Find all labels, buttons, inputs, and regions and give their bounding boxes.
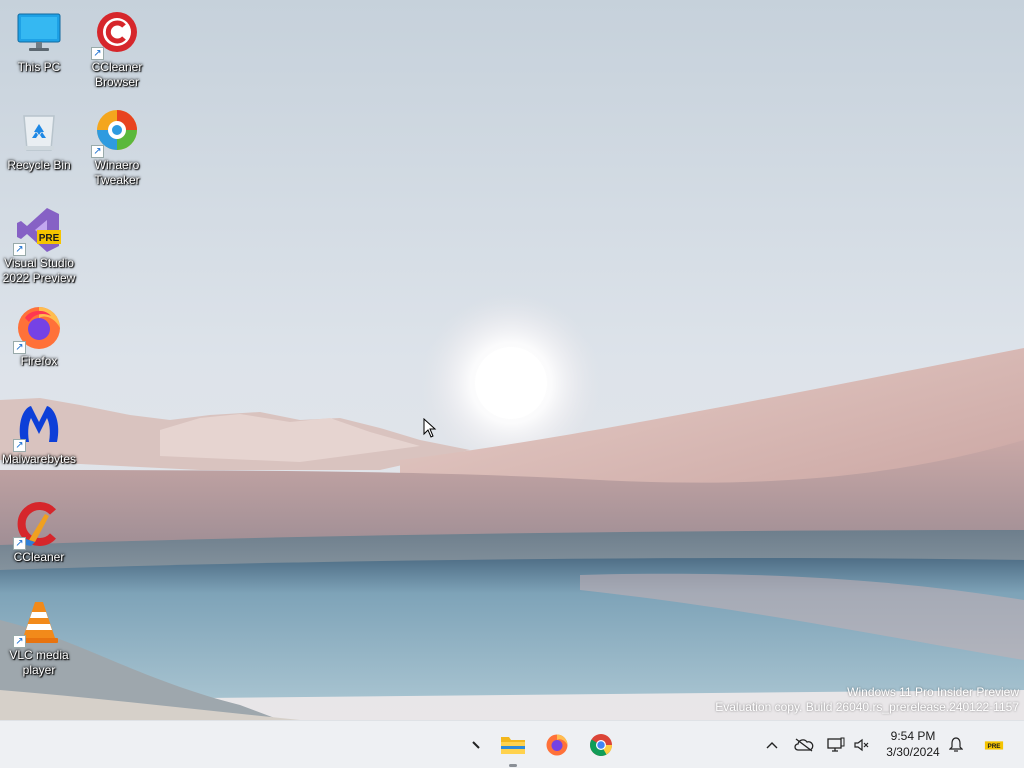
chrome-icon <box>590 734 612 756</box>
shortcut-arrow-icon: ↗ <box>91 145 104 158</box>
pre-badge-icon: PRE <box>984 741 1004 750</box>
clock-time: 9:54 PM <box>890 729 936 743</box>
desktop-icon-label: Visual Studio 2022 Preview <box>2 256 76 285</box>
desktop-icon-visual-studio-2022-preview[interactable]: PRE ↗ Visual Studio 2022 Preview <box>0 206 78 286</box>
watermark-build: Evaluation copy. Build 26040.rs_prerelea… <box>715 700 1019 714</box>
desktop-icon-label: Malwarebytes <box>1 452 77 466</box>
firefox-icon <box>546 734 568 756</box>
taskbar: 9:54 PM 3/30/2024 PRE <box>0 720 1024 768</box>
desktop-icon-ccleaner-browser[interactable]: ↗ CCleaner Browser <box>78 10 156 90</box>
visual-studio-icon: PRE ↗ <box>13 206 63 256</box>
shortcut-arrow-icon: ↗ <box>13 439 26 452</box>
tray-insider-pre-badge[interactable]: PRE <box>984 735 1004 755</box>
taskbar-overflow-handle[interactable] <box>460 729 492 761</box>
desktop-icon-recycle-bin[interactable]: Recycle Bin <box>0 108 78 173</box>
taskbar-app-firefox[interactable] <box>541 729 573 761</box>
watermark-edition: Windows 11 Pro Insider Preview <box>847 685 1019 699</box>
taskbar-clock[interactable]: 9:54 PM 3/30/2024 <box>878 728 948 760</box>
mouse-cursor-icon <box>423 418 437 438</box>
desktop-icon-label: Winaero Tweaker <box>94 158 140 187</box>
running-indicator <box>509 764 517 767</box>
malwarebytes-icon: ↗ <box>13 402 63 452</box>
network-display-icon <box>827 737 845 752</box>
desktop-icon-label: VLC media player <box>9 648 69 677</box>
shortcut-arrow-icon: ↗ <box>13 537 26 550</box>
ccleaner-browser-icon: ↗ <box>91 10 141 60</box>
bell-icon <box>949 737 963 752</box>
shortcut-arrow-icon: ↗ <box>13 635 26 648</box>
firefox-icon: ↗ <box>13 304 63 354</box>
speaker-muted-icon <box>854 738 869 752</box>
winaero-tweaker-icon: ↗ <box>91 108 141 158</box>
desktop-icon-vlc-media-player[interactable]: ↗ VLC media player <box>0 598 78 678</box>
tray-overflow-chevron[interactable] <box>762 735 782 755</box>
desktop-icon-winaero-tweaker[interactable]: ↗ Winaero Tweaker <box>78 108 156 188</box>
recycle-bin-icon <box>15 108 63 156</box>
desktop[interactable]: This PC ↗ CCleaner Browser Recycle Bin ↗… <box>0 0 1024 720</box>
desktop-icon-label: Recycle Bin <box>7 158 71 172</box>
cloud-offline-icon <box>794 738 814 752</box>
desktop-icon-label: CCleaner <box>13 550 65 564</box>
taskbar-app-chrome[interactable] <box>585 729 617 761</box>
desktop-icon-label: Firefox <box>20 354 58 368</box>
pen-mark-icon <box>472 741 480 749</box>
monitor-icon <box>15 10 63 58</box>
tray-volume-muted[interactable] <box>852 735 872 755</box>
tray-network[interactable] <box>826 735 846 755</box>
tray-onedrive-offline[interactable] <box>794 735 814 755</box>
ccleaner-icon: ↗ <box>13 500 63 550</box>
shortcut-arrow-icon: ↗ <box>13 341 26 354</box>
tray-notifications[interactable] <box>946 735 966 755</box>
desktop-icon-label: CCleaner Browser <box>91 60 143 89</box>
shortcut-arrow-icon: ↗ <box>91 47 104 60</box>
pre-badge-text: PRE <box>39 233 60 244</box>
taskbar-app-file-explorer[interactable] <box>497 729 529 767</box>
desktop-icon-firefox[interactable]: ↗ Firefox <box>0 304 78 369</box>
pre-badge-text: PRE <box>987 743 1000 750</box>
desktop-icon-ccleaner[interactable]: ↗ CCleaner <box>0 500 78 565</box>
folder-icon <box>501 737 525 754</box>
desktop-icon-malwarebytes[interactable]: ↗ Malwarebytes <box>0 402 78 467</box>
desktop-icon-label: This PC <box>17 60 61 74</box>
build-watermark: Windows 11 Pro Insider Preview Evaluatio… <box>715 685 1019 715</box>
shortcut-arrow-icon: ↗ <box>13 243 26 256</box>
chevron-up-icon <box>766 742 778 749</box>
vlc-cone-icon: ↗ <box>13 598 63 648</box>
clock-date: 3/30/2024 <box>886 745 940 759</box>
desktop-icon-this-pc[interactable]: This PC <box>0 10 78 75</box>
